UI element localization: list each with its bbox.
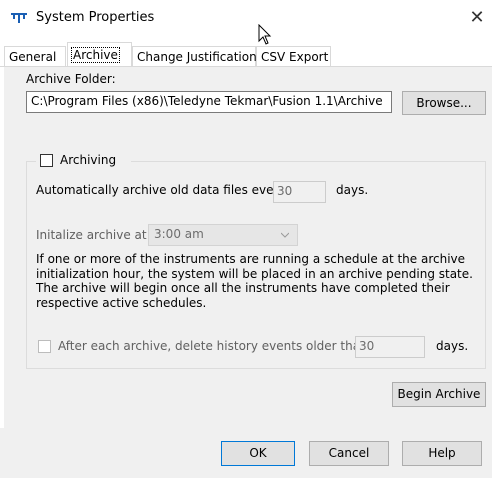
auto-archive-unit: days. xyxy=(336,183,369,197)
tab-change-justification[interactable]: Change Justification xyxy=(132,46,257,66)
browse-button[interactable]: Browse... xyxy=(402,91,486,115)
archiving-checkbox[interactable] xyxy=(40,154,53,167)
delete-history-label: After each archive, delete history event… xyxy=(58,339,368,353)
archive-info-line: initialization hour, the system will be … xyxy=(36,266,473,281)
initialize-time-dropdown[interactable]: 3:00 am xyxy=(148,224,298,246)
tab-csv-export[interactable]: CSV Export xyxy=(256,46,331,66)
ok-button[interactable]: OK xyxy=(221,441,295,466)
delete-history-unit: days. xyxy=(436,339,469,353)
mouse-cursor-icon xyxy=(258,24,272,45)
delete-history-checkbox[interactable] xyxy=(38,340,51,353)
auto-archive-days-input[interactable]: 30 xyxy=(273,181,326,203)
archive-info-text: If one or more of the instruments are ru… xyxy=(36,252,476,310)
tab-general[interactable]: General xyxy=(4,46,66,66)
window-title: System Properties xyxy=(36,10,155,25)
tab-csv-export-label: CSV Export xyxy=(261,50,329,64)
tab-archive[interactable]: Archive xyxy=(67,42,132,67)
chevron-down-icon xyxy=(281,232,289,238)
help-button[interactable]: Help xyxy=(402,441,482,466)
delete-history-days-input[interactable]: 30 xyxy=(355,336,425,358)
archive-info-line: If one or more of the instruments are ru… xyxy=(36,252,466,266)
archive-folder-path-field[interactable]: C:\Program Files (x86)\Teledyne Tekmar\F… xyxy=(26,91,392,113)
auto-archive-label: Automatically archive old data files eve… xyxy=(36,183,286,197)
tab-general-label: General xyxy=(9,50,57,64)
close-button[interactable]: ✕ xyxy=(465,6,489,30)
teledyne-logo-icon xyxy=(11,13,27,23)
archive-info-line: respective active schedules. xyxy=(36,295,207,310)
begin-archive-button[interactable]: Begin Archive xyxy=(392,382,486,407)
initialize-time-value: 3:00 am xyxy=(154,227,204,241)
tab-change-justification-label: Change Justification xyxy=(137,50,257,64)
archive-folder-label: Archive Folder: xyxy=(26,72,116,86)
archiving-checkbox-label: Archiving xyxy=(60,153,117,167)
tab-archive-label: Archive xyxy=(71,47,120,63)
cancel-button[interactable]: Cancel xyxy=(309,441,389,466)
initialize-archive-label: Initalize archive at xyxy=(36,228,147,242)
tabstrip-divider xyxy=(0,66,492,67)
archive-info-line: The archive will begin once all the inst… xyxy=(36,281,450,295)
